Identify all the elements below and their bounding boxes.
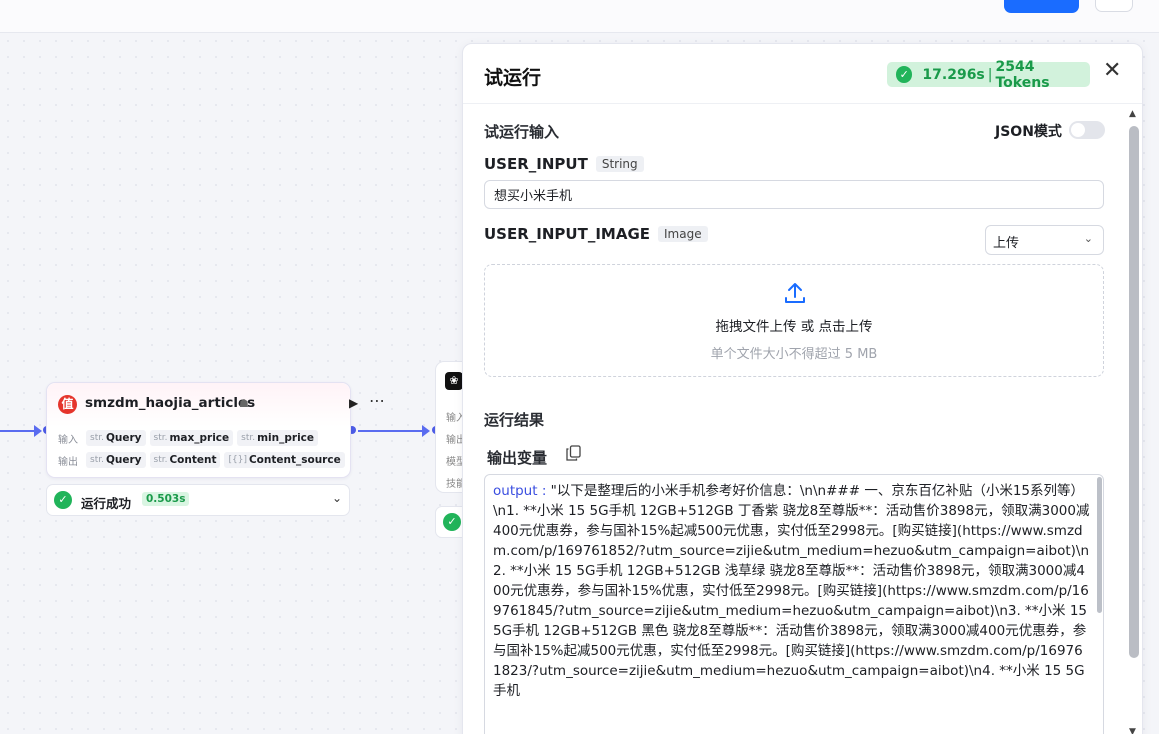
param-type: str. [90, 455, 104, 465]
param-name: Content_source [248, 454, 341, 466]
chevron-down-icon[interactable]: ⌄ [332, 491, 342, 505]
success-check-icon: ✓ [54, 491, 72, 509]
publish-button[interactable] [1004, 0, 1079, 13]
badge-separator: | [987, 66, 993, 83]
param-type: str. [153, 433, 168, 443]
param-type: [{}] [228, 455, 247, 465]
run-result-badge: ✓ 17.296s | 2544 Tokens [887, 59, 1090, 91]
output-param: [{}] Content_source [224, 452, 345, 468]
output-scrollbar-thumb[interactable] [1097, 477, 1102, 613]
field-name: USER_INPUT [484, 155, 588, 173]
param-name: Query [105, 454, 142, 466]
input-param: str. max_price [149, 430, 234, 446]
json-mode-toggle[interactable] [1069, 121, 1105, 139]
type-chip: Image [658, 226, 708, 242]
param-name: min_price [257, 432, 315, 444]
test-run-panel: 试运行 ✓ 17.296s | 2544 Tokens ✕ 试运行输入 JSON… [462, 43, 1143, 734]
param-name: Content [169, 454, 217, 466]
node-title: smzdm_haojia_articles [85, 395, 256, 411]
panel-header: 试运行 ✓ 17.296s | 2544 Tokens ✕ [463, 44, 1142, 104]
panel-scrollbar[interactable]: ▲ ▼ [1127, 105, 1141, 734]
scroll-up-icon[interactable]: ▲ [1129, 109, 1136, 119]
param-type: str. [241, 433, 256, 443]
panel-scrollbar-thumb[interactable] [1129, 126, 1139, 658]
param-type: str. [153, 455, 168, 465]
panel-title: 试运行 [484, 67, 542, 89]
more-options-icon[interactable]: ⋯ [369, 391, 386, 410]
run-node-icon[interactable]: ▶ [349, 396, 358, 410]
user-input-field[interactable] [484, 180, 1104, 209]
run-time: 17.296s [922, 66, 985, 83]
plugin-icon: ☗ [239, 397, 249, 410]
json-mode-label: JSON模式 [995, 124, 1062, 140]
dropzone-title: 拖拽文件上传 或 点击上传 [715, 319, 873, 335]
output-scrollbar[interactable] [1096, 475, 1103, 734]
input-param: str. Query [86, 430, 146, 446]
node-inputs-row: 输入 str. Query str. max_price str. min_price [58, 430, 322, 446]
top-bar [0, 0, 1159, 33]
select-value: 上传 [993, 236, 1020, 251]
edge-incoming [0, 425, 42, 437]
output-value: "以下是整理后的小米手机参考好价信息：\n\n### 一、京东百亿补贴（小米15… [493, 483, 1092, 699]
param-name: max_price [169, 432, 230, 444]
node-run-status[interactable]: ✓ 运行成功 0.503s ⌄ [46, 484, 350, 516]
file-dropzone[interactable]: 拖拽文件上传 或 点击上传 单个文件大小不得超过 5 MB [484, 264, 1104, 377]
type-chip: String [595, 156, 644, 172]
inputs-label: 输入 [58, 434, 78, 446]
model-logo-icon: ❀ [445, 372, 463, 390]
output-param: str. Query [86, 452, 146, 468]
field-name: USER_INPUT_IMAGE [484, 225, 650, 243]
output-key: output : [493, 483, 551, 499]
result-section-title: 运行结果 [484, 411, 545, 429]
dropzone-hint: 单个文件大小不得超过 5 MB [710, 347, 878, 362]
output-param: str. Content [149, 452, 221, 468]
output-text: output : "以下是整理后的小米手机参考好价信息：\n\n### 一、京东… [493, 481, 1091, 701]
scroll-down-icon[interactable]: ▼ [1129, 727, 1136, 734]
input-param: str. min_price [237, 430, 319, 446]
node-outputs-row: 输出 str. Query str. Content [{}] Content_sou… [58, 452, 349, 468]
success-check-icon: ✓ [896, 66, 913, 83]
success-check-icon: ✓ [443, 513, 461, 531]
smzdm-logo-icon: 值 [58, 395, 77, 414]
status-text: 运行成功 [81, 496, 132, 511]
upload-mode-select[interactable]: 上传 ⌄ [985, 225, 1104, 255]
run-tokens: 2544 Tokens [995, 58, 1050, 91]
upload-icon [785, 283, 805, 303]
user-input-image-label: USER_INPUT_IMAGE Image [484, 225, 708, 243]
copy-icon[interactable] [566, 445, 581, 461]
plugin-node-smzdm[interactable]: 值 smzdm_haojia_articles ☗ ▶ ⋯ 输入 str. Que… [46, 382, 385, 478]
more-menu-button[interactable] [1095, 0, 1133, 12]
param-name: Query [105, 432, 142, 444]
status-time-badge: 0.503s [142, 492, 190, 506]
panel-body[interactable]: 试运行输入 JSON模式 USER_INPUT String USER_INPU… [463, 105, 1144, 734]
output-variable-title: 输出变量 [487, 449, 548, 467]
output-value-box[interactable]: output : "以下是整理后的小米手机参考好价信息：\n\n### 一、京东… [484, 474, 1104, 734]
input-section-title: 试运行输入 [484, 123, 560, 141]
edge-to-next-node [358, 425, 430, 437]
outputs-label: 输出 [58, 456, 78, 468]
user-input-label: USER_INPUT String [484, 155, 644, 173]
close-icon[interactable]: ✕ [1103, 60, 1121, 82]
param-type: str. [90, 433, 104, 443]
chevron-down-icon: ⌄ [1083, 232, 1093, 245]
